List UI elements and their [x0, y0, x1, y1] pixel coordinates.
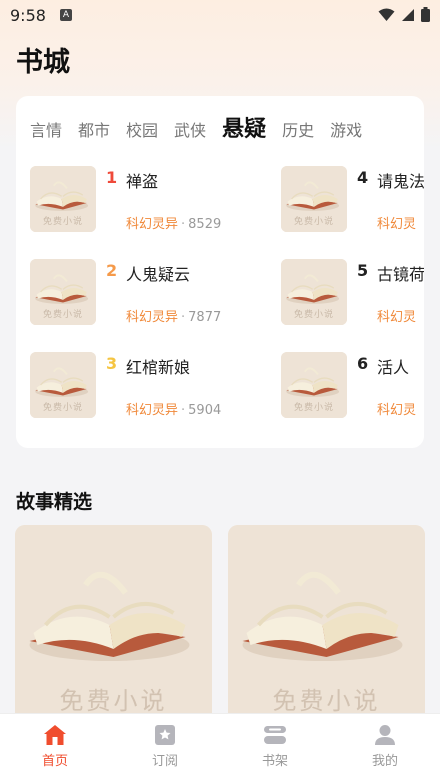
book-meta: 科幻灵 — [377, 213, 416, 232]
page-title: 书城 — [16, 47, 70, 78]
book-cover: 免费小说 — [281, 352, 347, 418]
book-title: 禅盗 — [126, 172, 159, 191]
book-read-count: 8529 — [188, 217, 222, 232]
book-category: 科幻灵异 — [126, 310, 179, 325]
nav-bookshelf[interactable]: 书架 — [220, 714, 330, 782]
category-tabs: 言情 都市 校园 武侠 悬疑 历史 游戏 — [30, 110, 378, 146]
book-meta: 科幻灵异 · 8529 — [126, 213, 221, 232]
cover-watermark: 免费小说 — [42, 217, 83, 227]
story-watermark: 免费小说 — [272, 687, 381, 715]
rank-number: 1 — [106, 168, 118, 187]
book-category: 科幻灵 — [377, 217, 417, 232]
book-cover: 免费小说 — [30, 352, 96, 418]
nav-label: 订阅 — [151, 754, 178, 769]
book-item[interactable]: 免费小说 6 活人科幻灵 — [281, 352, 424, 420]
story-card[interactable]: 免费小说 — [15, 525, 212, 725]
profile-icon — [375, 725, 395, 745]
rank-number: 6 — [357, 354, 369, 373]
tab-wuxia[interactable]: 武侠 — [174, 117, 206, 146]
book-title: 古镜荷 — [377, 265, 424, 284]
home-icon — [44, 725, 66, 745]
meta-separator: · — [181, 310, 186, 325]
book-item[interactable]: 免费小说 3 红棺新娘科幻灵异 · 5904 — [30, 352, 290, 420]
cover-watermark: 免费小说 — [42, 310, 83, 320]
book-title: 红棺新娘 — [126, 358, 191, 377]
book-read-count: 7877 — [188, 310, 222, 325]
bottom-nav: 首页 订阅 书架 我的 — [0, 713, 440, 782]
book-category: 科幻灵异 — [126, 403, 179, 418]
book-category: 科幻灵 — [377, 403, 417, 418]
status-icons — [378, 7, 430, 22]
tab-youxi[interactable]: 游戏 — [330, 117, 362, 146]
book-item[interactable]: 免费小说 1 禅盗科幻灵异 · 8529 — [30, 166, 290, 234]
nav-label: 首页 — [41, 754, 68, 769]
wifi-icon — [378, 8, 395, 21]
book-item[interactable]: 免费小说 5 古镜荷科幻灵 — [281, 259, 424, 327]
status-bar: 9:58 A — [0, 0, 440, 30]
cover-watermark: 免费小说 — [293, 310, 334, 320]
nav-home[interactable]: 首页 — [0, 714, 110, 782]
story-card[interactable]: 免费小说 — [228, 525, 425, 725]
tab-dushi[interactable]: 都市 — [78, 117, 110, 146]
book-cover: 免费小说 — [30, 259, 96, 325]
book-meta: 科幻灵异 · 5904 — [126, 399, 221, 418]
book-meta: 科幻灵 — [377, 306, 416, 325]
tab-xuanyi[interactable]: 悬疑 — [222, 111, 266, 146]
section-title: 故事精选 — [16, 491, 93, 513]
book-meta: 科幻灵异 · 7877 — [126, 306, 221, 325]
book-cover: 免费小说 — [281, 166, 347, 232]
book-meta: 科幻灵 — [377, 399, 416, 418]
rank-number: 3 — [106, 354, 118, 373]
rank-number: 4 — [357, 168, 369, 187]
book-item[interactable]: 免费小说 4 请鬼法科幻灵 — [281, 166, 424, 234]
cover-watermark: 免费小说 — [42, 403, 83, 413]
book-title: 活人 — [377, 358, 410, 377]
book-cover: 免费小说 — [281, 259, 347, 325]
story-watermark: 免费小说 — [59, 687, 168, 715]
book-read-count: 5904 — [188, 403, 222, 418]
nav-label: 我的 — [371, 754, 398, 769]
cover-watermark: 免费小说 — [293, 217, 334, 227]
book-category: 科幻灵 — [377, 310, 417, 325]
book-item[interactable]: 免费小说 2 人鬼疑云科幻灵异 · 7877 — [30, 259, 290, 327]
nav-profile[interactable]: 我的 — [330, 714, 440, 782]
meta-separator: · — [181, 217, 186, 232]
nav-subscribe[interactable]: 订阅 — [110, 714, 220, 782]
meta-separator: · — [181, 403, 186, 418]
book-cover: 免费小说 — [30, 166, 96, 232]
tab-yanqing[interactable]: 言情 — [30, 117, 62, 146]
ranking-card: 言情 都市 校园 武侠 悬疑 历史 游戏 免费小说 1 禅盗 科幻灵异 · 8529 免费小… — [16, 96, 424, 448]
book-title: 请鬼法 — [377, 172, 424, 191]
rank-number: 5 — [357, 261, 369, 280]
a-badge-icon: A — [59, 9, 72, 21]
tab-xiaoyuan[interactable]: 校园 — [126, 117, 158, 146]
nav-label: 书架 — [261, 754, 288, 769]
status-time: 9:58 — [10, 5, 46, 25]
cover-watermark: 免费小说 — [293, 403, 334, 413]
book-title: 人鬼疑云 — [126, 265, 191, 284]
bookshelf-icon — [264, 726, 286, 744]
bookmark-icon — [155, 725, 175, 745]
battery-icon — [421, 7, 430, 22]
tab-lishi[interactable]: 历史 — [282, 117, 314, 146]
rank-number: 2 — [106, 261, 118, 280]
signal-icon — [402, 8, 414, 21]
book-category: 科幻灵异 — [126, 217, 179, 232]
